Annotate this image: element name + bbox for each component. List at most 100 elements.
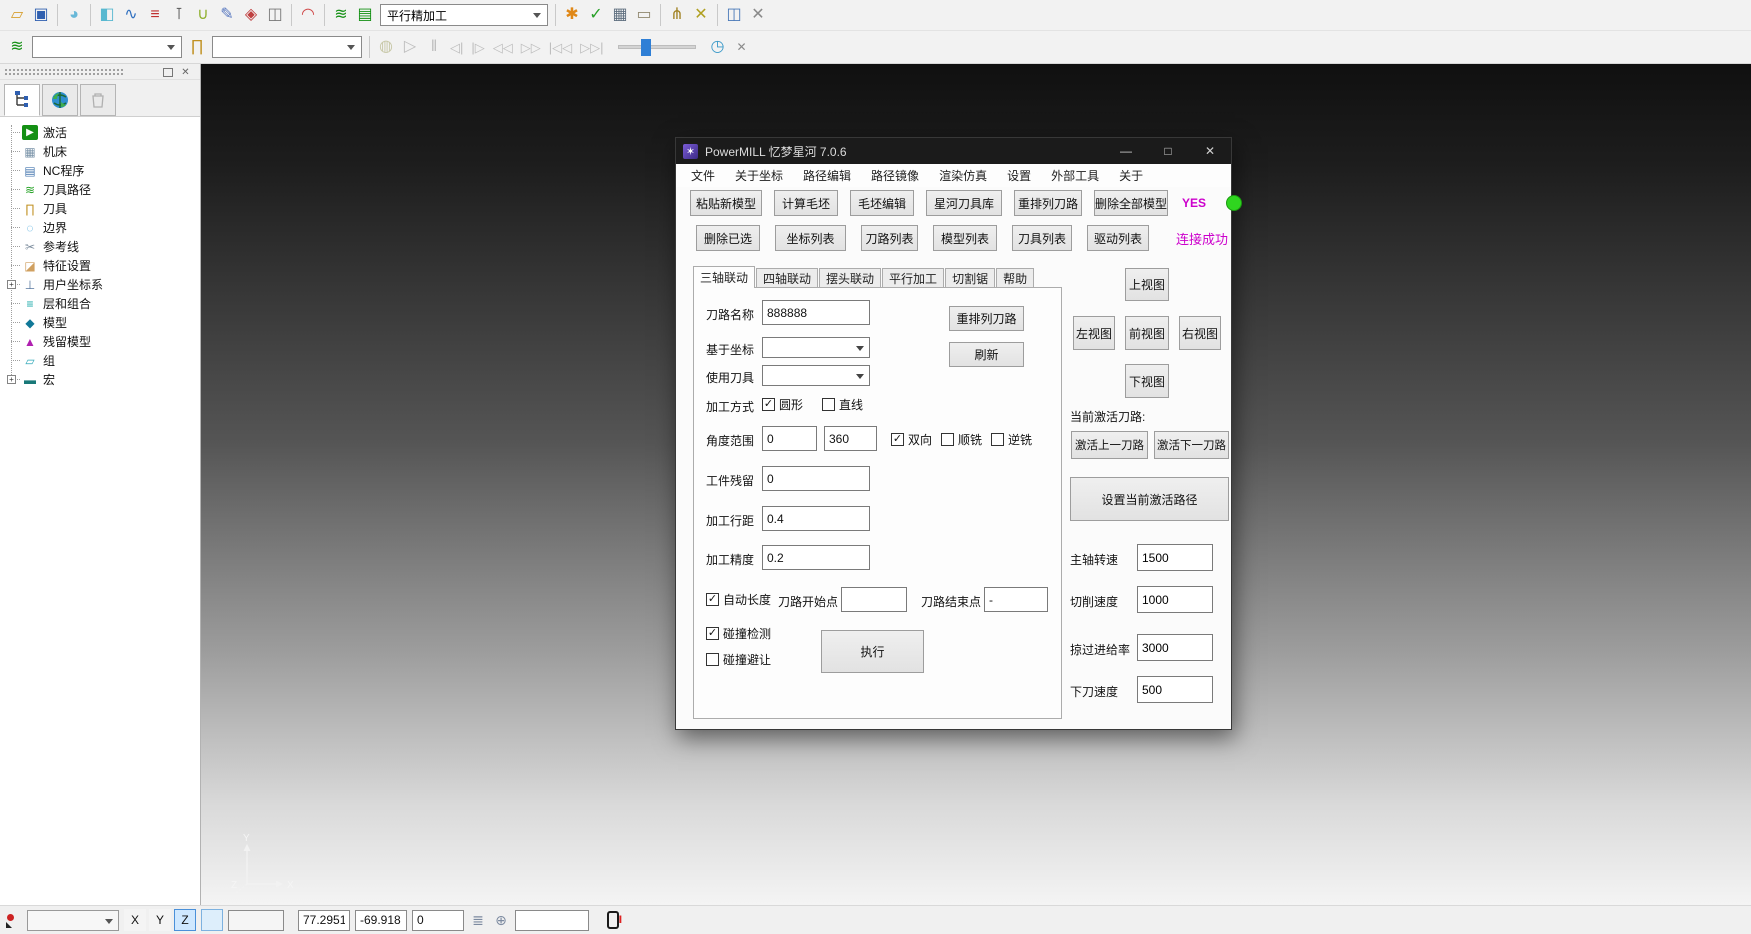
coordinate-list-icon[interactable]: ≣ [469, 912, 487, 929]
feature-set-icon[interactable]: ◫ [263, 3, 287, 27]
cursor-y-input[interactable] [355, 910, 407, 931]
collision-check-icon[interactable]: ✱ [560, 3, 584, 27]
tool-list-button[interactable]: 刀具列表 [1012, 225, 1072, 251]
step-forward-icon[interactable]: |▷ [467, 35, 488, 59]
rewind-icon[interactable]: ◁◁ [489, 35, 517, 59]
strategy-combobox[interactable]: 平行精加工 [380, 4, 548, 26]
collision-check-checkbox[interactable]: ✓ 碰撞检测 [706, 625, 771, 642]
save-icon[interactable]: ▣ [29, 3, 53, 27]
tree-item[interactable]: ≋刀具路径 [0, 180, 200, 199]
status-measure-input[interactable] [515, 910, 589, 931]
minimize-button[interactable]: — [1105, 138, 1147, 164]
explorer-grip[interactable]: ✕ [0, 64, 200, 80]
sim-toolbar-close-icon[interactable]: ✕ [730, 35, 754, 59]
sim-speed-slider-handle[interactable] [641, 39, 651, 56]
transform-icon[interactable]: ✕ [689, 3, 713, 27]
tree-item[interactable]: +▬宏 [0, 370, 200, 389]
toolbar-close-icon[interactable]: ✕ [746, 3, 770, 27]
nc-program-icon[interactable]: ≡ [143, 3, 167, 27]
recycle-bin-tab[interactable] [80, 84, 116, 116]
globe-tab[interactable] [42, 84, 78, 116]
tree-item[interactable]: ▶激活 [0, 123, 200, 142]
tab-parallel[interactable]: 平行加工 [882, 268, 944, 288]
boundary-icon[interactable]: ∪ [191, 3, 215, 27]
status-aux-input[interactable] [228, 910, 284, 931]
toolpath-name-input[interactable] [762, 300, 870, 325]
tolerance-input[interactable] [762, 545, 870, 570]
menu-2[interactable]: 关于坐标 [725, 164, 793, 187]
tab-three-axis[interactable]: 三轴联动 [693, 266, 755, 288]
play-icon[interactable]: ▷ [398, 35, 422, 59]
tree-item[interactable]: ✂参考线 [0, 237, 200, 256]
tree-item[interactable]: +⊥用户坐标系 [0, 275, 200, 294]
dialog-titlebar[interactable]: ✶ PowerMILL 忆梦星河 7.0.6 — □ ✕ [676, 138, 1231, 164]
line-checkbox[interactable]: 直线 [822, 396, 863, 413]
status-marker-icon[interactable] [4, 911, 22, 929]
tree-item[interactable]: ∏刀具 [0, 199, 200, 218]
view-front-button[interactable]: 前视图 [1125, 316, 1169, 350]
view-left-button[interactable]: 左视图 [1073, 316, 1115, 350]
tree-item[interactable]: ◪特征设置 [0, 256, 200, 275]
open-file-icon[interactable]: ▱ [5, 3, 29, 27]
render-shaded-icon[interactable]: ◕ [62, 3, 86, 27]
tool-library-button[interactable]: 星河刀具库 [926, 190, 1002, 216]
angle-from-input[interactable] [762, 426, 817, 451]
clock-icon[interactable]: ◷ [706, 35, 730, 59]
go-start-icon[interactable]: |◁◁ [545, 35, 576, 59]
menu-6[interactable]: 设置 [997, 164, 1041, 187]
activate-next-button[interactable]: 激活下一刀路 [1154, 431, 1229, 459]
cutting-speed-input[interactable] [1137, 586, 1213, 613]
step-back-icon[interactable]: ◁| [446, 35, 467, 59]
tree-expander-icon[interactable]: + [7, 375, 16, 384]
delete-selected-button[interactable]: 删除已选 [696, 225, 760, 251]
close-button[interactable]: ✕ [1189, 138, 1231, 164]
tree-item[interactable]: ▱组 [0, 351, 200, 370]
stepover-input[interactable] [762, 506, 870, 531]
view-bottom-button[interactable]: 下视图 [1125, 364, 1169, 398]
maximize-button[interactable]: □ [1147, 138, 1189, 164]
drive-list-button[interactable]: 驱动列表 [1087, 225, 1149, 251]
tree-item[interactable]: ▤NC程序 [0, 161, 200, 180]
circular-checkbox[interactable]: ✓ 圆形 [762, 396, 803, 413]
connection-device-icon[interactable]: II [607, 911, 621, 929]
activate-prev-button[interactable]: 激活上一刀路 [1071, 431, 1148, 459]
view-top-button[interactable]: 上视图 [1125, 268, 1169, 301]
tree-item[interactable]: ◌边界 [0, 218, 200, 237]
rearrange-toolpaths-button[interactable]: 重排列刀路 [1014, 190, 1082, 216]
tool-simulation-icon[interactable]: ◠ [296, 3, 320, 27]
menu-8[interactable]: 关于 [1109, 164, 1153, 187]
pattern-draw-icon[interactable]: ✎ [215, 3, 239, 27]
go-end-icon[interactable]: ▷▷| [576, 35, 607, 59]
panel-float-icon[interactable] [161, 66, 174, 78]
model-list-button[interactable]: 模型列表 [933, 225, 997, 251]
tree-item[interactable]: ▦机床 [0, 142, 200, 161]
menu-5[interactable]: 渲染仿真 [929, 164, 997, 187]
sim-tool-combobox[interactable] [212, 36, 362, 58]
calculator-icon[interactable]: ▦ [608, 3, 632, 27]
grid-toggle-button[interactable] [201, 909, 223, 931]
base-coord-dropdown[interactable] [762, 337, 870, 358]
sim-tool-icon[interactable]: ∏ [185, 35, 209, 59]
strategy-list-icon[interactable]: ▤ [353, 3, 377, 27]
point-picker-icon[interactable]: ⊕ [492, 912, 510, 929]
tree-expander-icon[interactable]: + [7, 280, 16, 289]
toolpath-list-button[interactable]: 刀路列表 [861, 225, 918, 251]
fast-forward-icon[interactable]: ▷▷ [517, 35, 545, 59]
panel-close-icon[interactable]: ✕ [179, 66, 192, 78]
explorer-tree-tab[interactable] [4, 84, 40, 116]
auto-length-checkbox[interactable]: ✓ 自动长度 [706, 591, 771, 608]
tab-four-axis[interactable]: 四轴联动 [756, 268, 818, 288]
bidirectional-checkbox[interactable]: ✓ 双向 [891, 431, 932, 448]
coord-list-button[interactable]: 坐标列表 [775, 225, 846, 251]
tree-item[interactable]: ▲残留模型 [0, 332, 200, 351]
axis-z-button[interactable]: Z [174, 909, 196, 931]
menu-1[interactable]: 文件 [681, 164, 725, 187]
view-right-button[interactable]: 右视图 [1179, 316, 1221, 350]
compare-models-icon[interactable]: ◫ [722, 3, 746, 27]
tool-create-icon[interactable]: ⊺ [167, 3, 191, 27]
axis-x-button[interactable]: X [124, 909, 146, 931]
start-point-input[interactable] [841, 587, 907, 612]
tree-item[interactable]: ◆模型 [0, 313, 200, 332]
climb-mill-checkbox[interactable]: 顺铣 [941, 431, 982, 448]
tool-pair-icon[interactable]: ⋔ [665, 3, 689, 27]
